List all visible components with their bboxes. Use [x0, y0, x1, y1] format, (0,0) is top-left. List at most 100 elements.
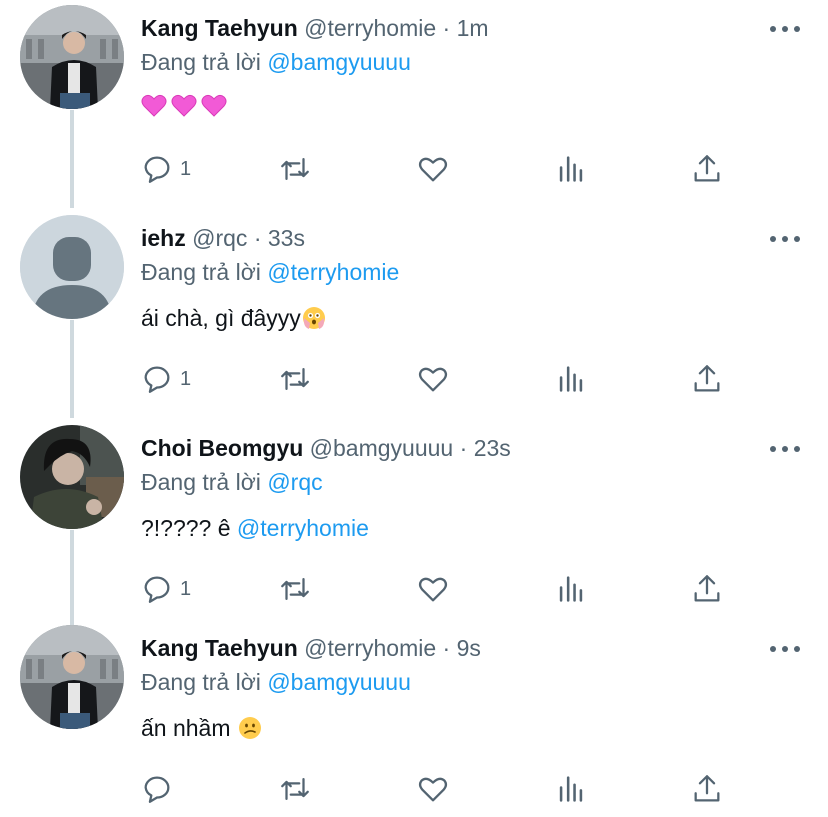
tweet-header: Kang Taehyun @terryhomie · 1m	[141, 13, 489, 43]
analytics-button[interactable]	[554, 769, 588, 809]
heart-icon	[418, 577, 448, 602]
heart-icon	[418, 777, 448, 802]
tweet[interactable]: Kang Taehyun @terryhomie · 1m Đang trả l…	[0, 5, 828, 210]
reply-count: 1	[180, 157, 192, 180]
author-name[interactable]: Kang Taehyun	[141, 15, 298, 41]
author-handle[interactable]: @terryhomie	[304, 15, 436, 41]
avatar[interactable]	[20, 425, 124, 529]
reply-icon	[144, 576, 170, 603]
more-options-icon[interactable]	[770, 644, 800, 654]
author-handle[interactable]: @bamgyuuuu	[310, 435, 454, 461]
pink-heart-emoji	[171, 94, 197, 117]
retweet-button[interactable]	[278, 569, 312, 609]
like-button[interactable]	[416, 149, 450, 189]
tweet-text: ?!???? ê @terryhomie	[141, 513, 369, 543]
replying-to-label: Đang trả lời	[141, 469, 261, 495]
default-avatar-icon	[20, 215, 124, 319]
replying-to: Đang trả lời @rqc	[141, 467, 323, 497]
tweet-text-content: ?!???? ê	[141, 515, 237, 541]
replying-to-label: Đang trả lời	[141, 259, 261, 285]
avatar[interactable]	[20, 625, 124, 729]
avatar[interactable]	[20, 5, 124, 109]
reply-button[interactable]: 1	[140, 149, 191, 189]
replying-to-label: Đang trả lời	[141, 49, 261, 75]
pink-heart-emoji	[201, 94, 227, 117]
timestamp[interactable]: 33s	[268, 225, 305, 251]
avatar[interactable]	[20, 215, 124, 319]
retweet-icon	[281, 577, 309, 601]
avatar-photo	[20, 625, 124, 729]
tweet-header: iehz @rqc · 33s	[141, 223, 305, 253]
heart-icon	[418, 157, 448, 182]
tweet-actions	[0, 769, 828, 809]
separator-dot: ·	[442, 635, 451, 661]
author-name[interactable]: Choi Beomgyu	[141, 435, 303, 461]
tweet[interactable]: iehz @rqc · 33s Đang trả lời @terryhomie…	[0, 215, 828, 420]
share-button[interactable]	[690, 149, 724, 189]
replying-to: Đang trả lời @terryhomie	[141, 257, 399, 287]
retweet-button[interactable]	[278, 359, 312, 399]
retweet-button[interactable]	[278, 149, 312, 189]
author-handle[interactable]: @rqc	[192, 225, 247, 251]
tweet-text: ái chà, gì đâyyy	[141, 303, 327, 333]
reply-count: 1	[180, 577, 192, 600]
tweet[interactable]: Kang Taehyun @terryhomie · 9s Đang trả l…	[0, 625, 828, 817]
author-name[interactable]: iehz	[141, 225, 186, 251]
confused-face-emoji	[238, 717, 261, 739]
separator-dot: ·	[459, 435, 468, 461]
tweet[interactable]: Choi Beomgyu @bamgyuuuu · 23s Đang trả l…	[0, 425, 828, 630]
avatar-photo	[20, 425, 124, 529]
replying-to-mention[interactable]: @terryhomie	[267, 259, 399, 285]
share-icon	[694, 775, 720, 802]
replying-to-mention[interactable]: @rqc	[267, 469, 322, 495]
tweet-text-content: ấn nhầm	[141, 715, 237, 741]
analytics-button[interactable]	[554, 149, 588, 189]
analytics-button[interactable]	[554, 569, 588, 609]
avatar-photo	[20, 5, 124, 109]
analytics-icon	[559, 156, 583, 182]
tweet-header: Choi Beomgyu @bamgyuuuu · 23s	[141, 433, 511, 463]
replying-to-mention[interactable]: @bamgyuuuu	[267, 49, 411, 75]
flushed-face-hands-emoji	[302, 307, 325, 329]
tweet-text	[141, 93, 227, 119]
share-button[interactable]	[690, 769, 724, 809]
reply-count: 1	[180, 367, 192, 390]
tweet-header: Kang Taehyun @terryhomie · 9s	[141, 633, 481, 663]
more-options-icon[interactable]	[770, 24, 800, 34]
author-name[interactable]: Kang Taehyun	[141, 635, 298, 661]
analytics-icon	[559, 366, 583, 392]
analytics-button[interactable]	[554, 359, 588, 399]
replying-to-mention[interactable]: @bamgyuuuu	[267, 669, 411, 695]
more-options-icon[interactable]	[770, 444, 800, 454]
share-button[interactable]	[690, 359, 724, 399]
tweet-mention[interactable]: @terryhomie	[237, 513, 369, 543]
replying-to: Đang trả lời @bamgyuuuu	[141, 667, 411, 697]
like-button[interactable]	[416, 569, 450, 609]
tweet-actions: 1	[0, 359, 828, 399]
reply-icon	[144, 776, 170, 803]
pink-heart-emoji	[141, 94, 167, 117]
more-options-icon[interactable]	[770, 234, 800, 244]
author-handle[interactable]: @terryhomie	[304, 635, 436, 661]
timestamp[interactable]: 1m	[457, 15, 489, 41]
retweet-icon	[281, 367, 309, 391]
share-button[interactable]	[690, 569, 724, 609]
tweet-text-content: ái chà, gì đâyyy	[141, 305, 301, 331]
heart-icon	[418, 367, 448, 392]
separator-dot: ·	[253, 225, 262, 251]
like-button[interactable]	[416, 359, 450, 399]
reply-button[interactable]: 1	[140, 359, 191, 399]
reply-button[interactable]	[140, 769, 180, 809]
timestamp[interactable]: 9s	[457, 635, 481, 661]
reply-icon	[144, 366, 170, 393]
share-icon	[694, 365, 720, 392]
timestamp[interactable]: 23s	[474, 435, 511, 461]
tweet-actions: 1	[0, 569, 828, 609]
retweet-button[interactable]	[278, 769, 312, 809]
analytics-icon	[559, 576, 583, 602]
replying-to-label: Đang trả lời	[141, 669, 261, 695]
like-button[interactable]	[416, 769, 450, 809]
tweet-text: ấn nhầm	[141, 713, 263, 743]
reply-button[interactable]: 1	[140, 569, 191, 609]
retweet-icon	[281, 777, 309, 801]
